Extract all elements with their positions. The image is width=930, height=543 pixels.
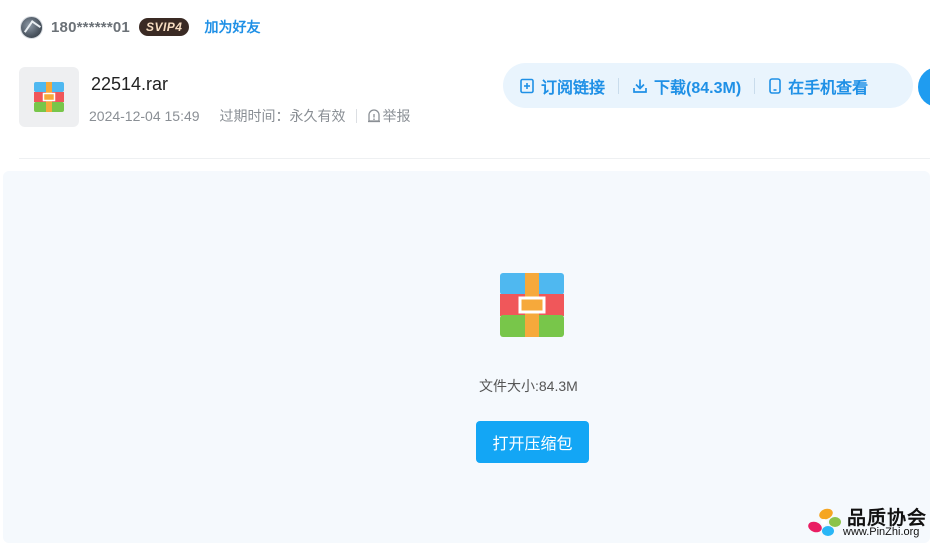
preview-panel — [3, 171, 930, 543]
report-icon — [367, 109, 380, 123]
file-name: 22514.rar — [91, 74, 169, 94]
report-button[interactable]: 举报 — [367, 106, 411, 126]
add-friend-link[interactable]: 加为好友 — [204, 17, 260, 37]
action-bar: 订阅链接 下载(84.3M) 在手机查看 — [503, 63, 913, 108]
action-divider — [618, 77, 620, 94]
user-row: 180******01 SVIP4 加为好友 — [20, 14, 260, 40]
subscribe-icon — [520, 78, 534, 93]
watermark: 品质协会 www.PinZhi.org — [806, 503, 930, 543]
phone-icon — [769, 77, 781, 94]
watermark-url: www.PinZhi.org — [843, 526, 920, 538]
archive-large-icon — [500, 273, 564, 337]
download-label: 下载(84.3M) — [654, 79, 742, 97]
file-type-icon — [19, 67, 79, 127]
avatar[interactable] — [20, 15, 43, 39]
download-button[interactable]: 下载(84.3M) — [632, 74, 741, 98]
upload-date: 2024-12-04 15:49 — [89, 108, 200, 124]
meta-divider — [355, 109, 357, 123]
action-divider — [754, 77, 756, 94]
username[interactable]: 180******01 — [51, 19, 130, 36]
view-on-mobile-button[interactable]: 在手机查看 — [768, 74, 868, 98]
archive-icon — [34, 82, 64, 112]
download-icon — [633, 79, 647, 93]
file-share-page: 180******01 SVIP4 加为好友 22514.rar 2024-12… — [0, 0, 930, 543]
report-label: 举报 — [382, 108, 411, 124]
divider — [19, 158, 930, 159]
subscribe-link-button[interactable]: 订阅链接 — [519, 74, 605, 98]
file-meta: 2024-12-04 15:49 过期时间：永久有效 举报 — [89, 106, 411, 126]
subscribe-label: 订阅链接 — [541, 79, 606, 97]
expire-info: 过期时间：永久有效 — [219, 108, 346, 124]
file-size-text: 文件大小:84.3M — [479, 378, 578, 394]
mobile-label: 在手机查看 — [788, 79, 869, 97]
side-action-button[interactable] — [918, 67, 930, 107]
vip-badge: SVIP4 — [138, 18, 190, 36]
open-archive-button[interactable]: 打开压缩包 — [476, 421, 589, 463]
pinzhi-logo-icon — [808, 508, 841, 536]
